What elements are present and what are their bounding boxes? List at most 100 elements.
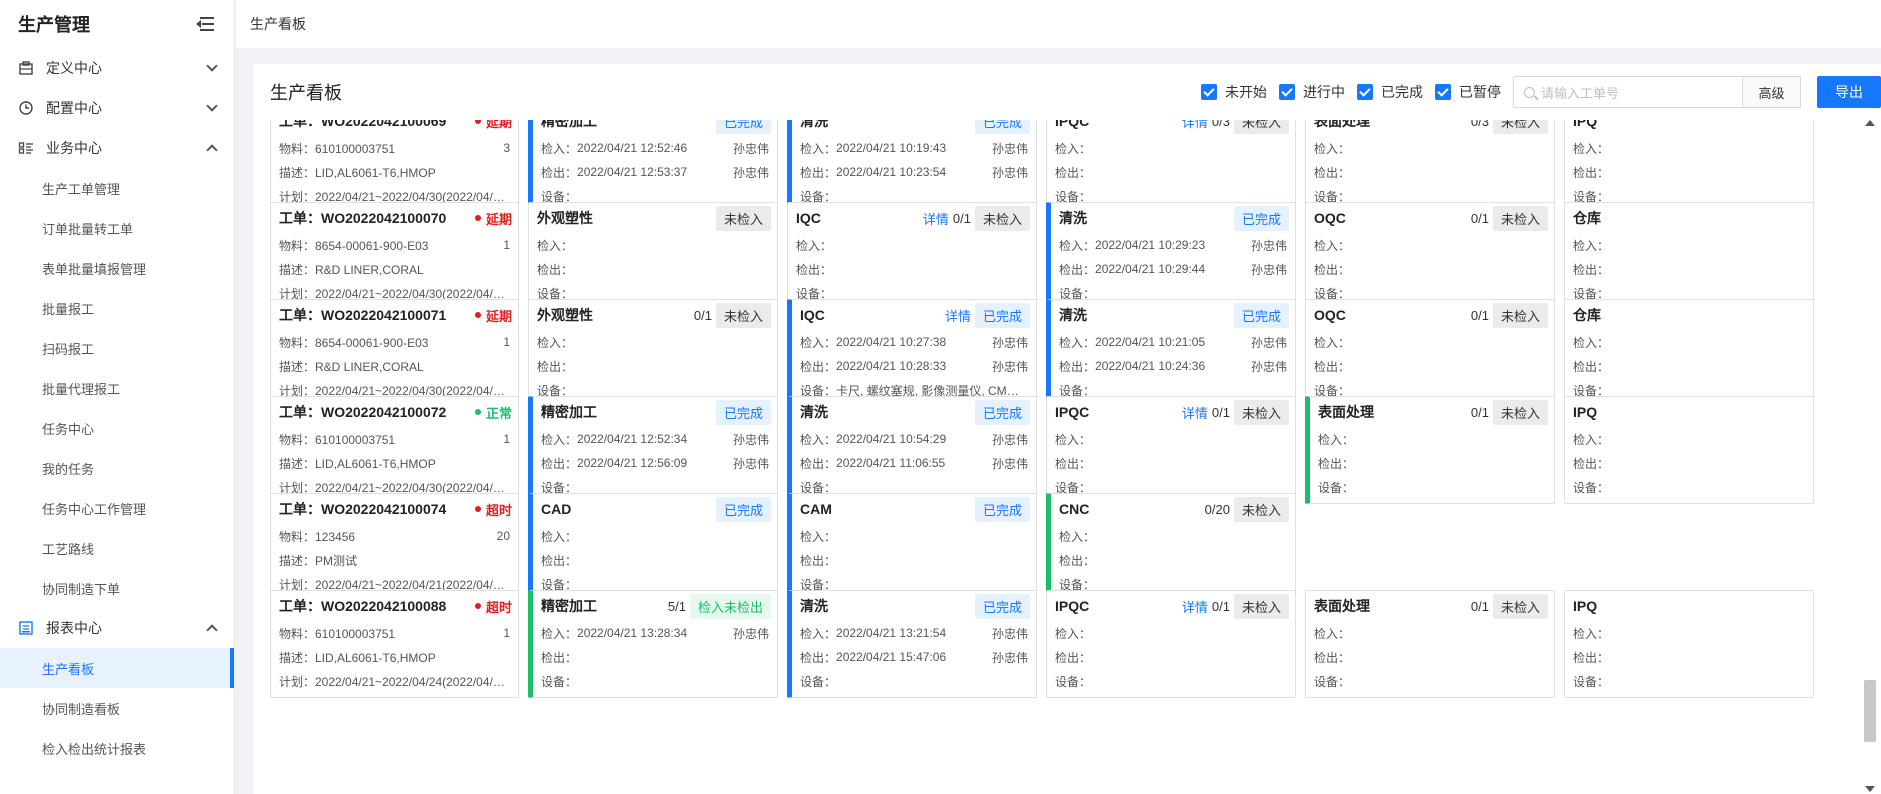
chevron-down-icon[interactable] [206, 100, 218, 112]
process-step-card[interactable]: CAM 已完成 检入： 检出： 设备： [787, 493, 1037, 601]
process-step-card[interactable]: 清洗 已完成 检入： 2022/04/21 10:21:05 孙忠伟 检出： 2022/04… [1046, 299, 1296, 407]
filter-checkbox[interactable]: 未开始 [1201, 82, 1267, 102]
menu-item[interactable]: 协同制造看板 [0, 688, 234, 728]
detail-link[interactable]: 详情 [1182, 597, 1208, 616]
process-step-card[interactable]: IPQ 检入： 检出： 设备： [1564, 396, 1814, 504]
filter-checkbox[interactable]: 进行中 [1279, 82, 1345, 102]
process-step-card[interactable]: 表面处理 0/3 未检入 检入： 检出： 设备： [1305, 120, 1555, 213]
process-step-card[interactable]: 表面处理 0/1 未检入 检入： 检出： 设备： [1305, 396, 1555, 504]
process-step-card[interactable]: 精密加工 已完成 检入： 2022/04/21 12:52:34 孙忠伟 检出： 2022/… [528, 396, 778, 504]
menu-item[interactable]: 表单批量填报管理 [0, 248, 234, 288]
process-step-card[interactable]: 清洗 已完成 检入： 2022/04/21 10:54:29 孙忠伟 检出： 2022/04… [787, 396, 1037, 504]
work-order-number[interactable]: 工单：WO2022042100069 [279, 120, 475, 131]
process-step-card[interactable]: IPQC 详情 0/3 未检入 检入： 检出： 设备： [1046, 120, 1296, 213]
menu-item[interactable]: 生产工单管理 [0, 168, 234, 208]
search-placeholder: 请输入工单号 [1541, 85, 1620, 101]
process-step-card[interactable]: OQC 0/1 未检入 检入： 检出： 设备： [1305, 202, 1555, 310]
process-step-card[interactable]: OQC 0/1 未检入 检入： 检出： 设备： [1305, 299, 1555, 407]
work-order-number[interactable]: 工单：WO2022042100088 [279, 596, 475, 616]
process-step-card[interactable]: 精密加工 5/1 检入未检出 检入： 2022/04/21 13:28:34 孙忠伟 检出：… [528, 590, 778, 698]
filter-label: 已暂停 [1459, 84, 1501, 100]
menu-group-4[interactable]: 报表中心 [0, 608, 234, 648]
work-order-card[interactable]: 工单：WO2022042100071 延期 物料：8654-00061-900-E0… [270, 299, 519, 407]
process-step-card[interactable]: 外观塑性 0/1 未检入 检入： 检出： 设备： [528, 299, 778, 407]
process-step-card[interactable]: IPQ 检入： 检出： 设备： [1564, 120, 1814, 213]
step-header: CAM 已完成 [792, 494, 1036, 524]
vertical-scrollbar[interactable] [1859, 120, 1881, 794]
field-label: 检入： [1059, 335, 1096, 350]
process-step-card[interactable]: IPQ 检入： 检出： 设备： [1564, 590, 1814, 698]
chevron-up-icon[interactable] [206, 624, 218, 636]
menu-item[interactable]: 生产看板 [0, 648, 234, 688]
status-dot-icon [474, 603, 481, 609]
menu-item[interactable]: 检入检出统计报表 [0, 728, 234, 768]
process-step-card[interactable]: IQC 详情 已完成 检入： 2022/04/21 10:27:38 孙忠伟 检出： 2022… [787, 299, 1037, 407]
process-step-card[interactable]: 清洗 已完成 检入： 2022/04/21 10:29:23 孙忠伟 检出： 2022/04… [1046, 202, 1296, 310]
work-order-card[interactable]: 工单：WO2022042100069 延期 物料：610100003751 3 描述：L… [270, 120, 519, 213]
process-step-card[interactable]: IPQC 详情 0/1 未检入 检入： 检出： 设备： [1046, 396, 1296, 504]
process-step-card[interactable]: 外观塑性 未检入 检入： 检出： 设备： [528, 202, 778, 310]
step-status-badge: 已完成 [715, 399, 771, 425]
process-step-card[interactable]: CAD 已完成 检入： 检出： 设备： [528, 493, 778, 601]
checkbox-checked-icon[interactable] [1279, 84, 1295, 100]
step-header: OQC 0/1 未检入 [1306, 300, 1554, 330]
operator-name: 孙忠伟 [1250, 359, 1287, 374]
breadcrumb[interactable]: 生产看板 [250, 14, 306, 34]
menu-item[interactable]: 扫码报工 [0, 328, 234, 368]
export-button[interactable]: 导出 [1817, 76, 1881, 108]
work-order-card[interactable]: 工单：WO2022042100070 延期 物料：8654-00061-900-E0… [270, 202, 519, 310]
checkbox-checked-icon[interactable] [1435, 84, 1451, 100]
process-step-card[interactable]: CNC 0/20 未检入 检入： 检出： 设备： [1046, 493, 1296, 601]
menu-group-3[interactable]: 业务中心 [0, 128, 234, 168]
scroll-up-icon[interactable] [1865, 120, 1875, 126]
work-order-number[interactable]: 工单：WO2022042100071 [279, 305, 475, 325]
detail-link[interactable]: 详情 [923, 209, 949, 228]
menu-item[interactable]: 任务中心工作管理 [0, 488, 234, 528]
chevron-down-icon[interactable] [206, 60, 218, 72]
process-step-card[interactable]: 仓库 检入： 检出： 设备： [1564, 202, 1814, 310]
advanced-search-button[interactable]: 高级 [1743, 76, 1801, 108]
menu-item[interactable]: 工艺路线 [0, 528, 234, 568]
detail-link[interactable]: 详情 [1182, 403, 1208, 422]
menu-item[interactable]: 我的任务 [0, 448, 234, 488]
step-header: 外观塑性 未检入 [529, 203, 777, 233]
step-name: IPQC [1055, 598, 1090, 614]
menu-item[interactable]: 订单批量转工单 [0, 208, 234, 248]
work-order-number[interactable]: 工单：WO2022042100072 [279, 402, 475, 422]
work-order-card[interactable]: 工单：WO2022042100074 超时 物料：123456 20 描述：PM测试 计划… [270, 493, 519, 601]
work-order-card[interactable]: 工单：WO2022042100072 正常 物料：610100003751 1 描述：L… [270, 396, 519, 504]
process-step-card[interactable]: 表面处理 0/1 未检入 检入： 检出： 设备： [1305, 590, 1555, 698]
work-order-number[interactable]: 工单：WO2022042100074 [279, 499, 475, 519]
work-order-search-input[interactable]: 请输入工单号 [1513, 76, 1743, 108]
menu-group-1[interactable]: 定义中心 [0, 48, 234, 88]
status-text: 延期 [485, 211, 512, 227]
menu-fold-icon[interactable] [196, 16, 216, 32]
filter-checkbox[interactable]: 已暂停 [1435, 82, 1501, 102]
menu-item[interactable]: 协同制造下单 [0, 568, 234, 608]
checkbox-checked-icon[interactable] [1201, 84, 1217, 100]
work-order-card[interactable]: 工单：WO2022042100088 超时 物料：610100003751 1 描述：L… [270, 590, 519, 698]
field-label: 检入： [800, 529, 837, 544]
filter-checkbox[interactable]: 已完成 [1357, 82, 1423, 102]
checkbox-checked-icon[interactable] [1357, 84, 1373, 100]
status-badge: 超时 [474, 500, 512, 519]
device-line: 设备： [1306, 669, 1554, 693]
chevron-up-icon[interactable] [206, 144, 218, 156]
process-step-card[interactable]: 精密加工 已完成 检入： 2022/04/21 12:52:46 孙忠伟 检出： 2022/… [528, 120, 778, 213]
process-step-card[interactable]: IPQC 详情 0/1 未检入 检入： 检出： 设备： [1046, 590, 1296, 698]
field-label: 检出： [1314, 262, 1351, 277]
menu-item[interactable]: 批量代理报工 [0, 368, 234, 408]
detail-link[interactable]: 详情 [1182, 120, 1208, 131]
menu-item[interactable]: 任务中心 [0, 408, 234, 448]
work-order-number[interactable]: 工单：WO2022042100070 [279, 208, 475, 228]
scrollbar-thumb[interactable] [1864, 680, 1876, 742]
scroll-down-icon[interactable] [1865, 786, 1875, 792]
menu-group-2[interactable]: 配置中心 [0, 88, 234, 128]
process-step-card[interactable]: 清洗 已完成 检入： 2022/04/21 10:19:43 孙忠伟 检出： 2022/04… [787, 120, 1037, 213]
menu-item[interactable]: 批量报工 [0, 288, 234, 328]
process-step-card[interactable]: IQC 详情 0/1 未检入 检入： 检出： 设备： [787, 202, 1037, 310]
process-step-card[interactable]: 仓库 检入： 检出： 设备： [1564, 299, 1814, 407]
step-status-badge: 未检入 [1233, 399, 1289, 425]
process-step-card[interactable]: 清洗 已完成 检入： 2022/04/21 13:21:54 孙忠伟 检出： 2022/04… [787, 590, 1037, 698]
detail-link[interactable]: 详情 [945, 306, 971, 325]
